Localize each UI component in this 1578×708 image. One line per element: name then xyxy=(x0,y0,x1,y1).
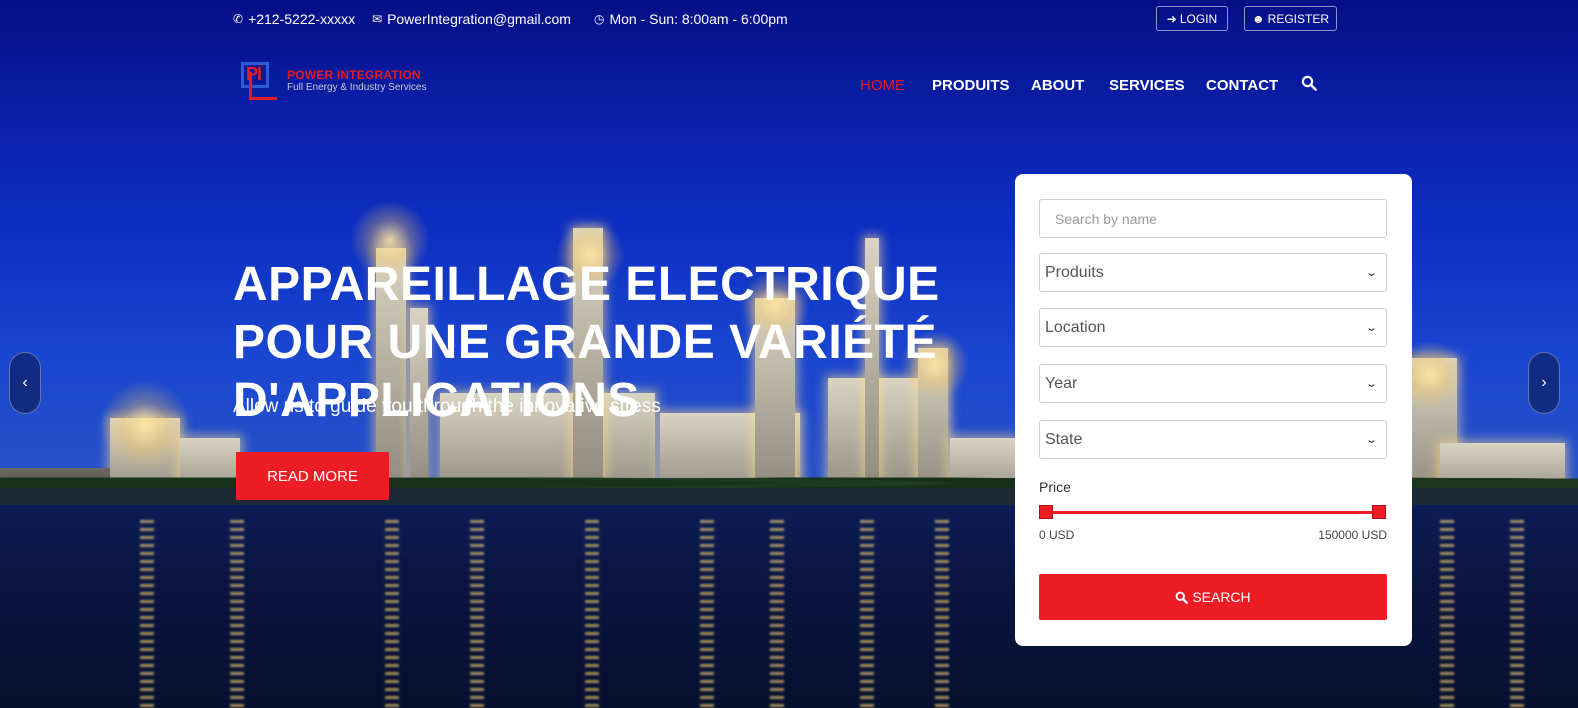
water-reflection xyxy=(770,520,784,708)
state-select[interactable]: State ⌄ xyxy=(1039,420,1387,459)
chevron-down-icon: ⌄ xyxy=(1364,434,1378,446)
year-select-value: Year xyxy=(1045,374,1078,392)
phone-number: +212-5222-xxxxx xyxy=(248,11,356,27)
search-button-label: SEARCH xyxy=(1192,589,1251,605)
price-max-handle[interactable] xyxy=(1372,505,1386,519)
search-button[interactable]: SEARCH xyxy=(1039,574,1387,620)
water-reflection xyxy=(860,520,874,708)
water-reflection xyxy=(470,520,484,708)
company-name: POWER INTEGRATION xyxy=(287,67,421,82)
search-icon[interactable] xyxy=(1301,75,1317,95)
company-tagline: Full Energy & Industry Services xyxy=(287,81,427,93)
logo-text: POWER INTEGRATION Full Energy & Industry… xyxy=(287,68,427,93)
water-reflection xyxy=(935,520,949,708)
envelope-icon: ✉ xyxy=(372,12,383,26)
price-slider-track[interactable] xyxy=(1046,511,1379,514)
top-bar: ✆ +212-5222-xxxxx ✉ PowerIntegration@gma… xyxy=(0,0,1578,38)
water-reflection xyxy=(1510,520,1524,708)
brand-logo[interactable]: PI POWER INTEGRATION Full Energy & Indus… xyxy=(241,60,427,100)
price-min-handle[interactable] xyxy=(1039,505,1053,519)
location-select[interactable]: Location ⌄ xyxy=(1039,308,1387,347)
search-panel: Search by name Produits ⌄ Location ⌄ Yea… xyxy=(1015,174,1412,646)
email-address[interactable]: PowerIntegration@gmail.com xyxy=(387,11,571,27)
carousel-prev-button[interactable]: ‹ xyxy=(9,352,41,414)
location-select-value: Location xyxy=(1045,318,1106,336)
price-label: Price xyxy=(1039,479,1071,495)
register-button[interactable]: ☻ REGISTER xyxy=(1244,6,1337,31)
register-label: REGISTER xyxy=(1267,11,1329,26)
user-icon: ☻ xyxy=(1252,11,1265,26)
water-reflection xyxy=(230,520,244,708)
login-button[interactable]: ➜ LOGIN xyxy=(1156,6,1228,31)
search-name-input[interactable]: Search by name xyxy=(1039,199,1387,238)
email-contact[interactable]: ✉ PowerIntegration@gmail.com xyxy=(372,11,571,27)
nav-home[interactable]: HOME xyxy=(860,77,905,94)
produits-select[interactable]: Produits ⌄ xyxy=(1039,253,1387,292)
chevron-left-icon: ‹ xyxy=(22,374,28,391)
chevron-right-icon: › xyxy=(1541,374,1547,391)
opening-hours: ◷ Mon - Sun: 8:00am - 6:00pm xyxy=(594,11,788,27)
water-reflection xyxy=(1440,520,1454,708)
logo-mark-icon: PI xyxy=(241,60,281,100)
nav-contact[interactable]: CONTACT xyxy=(1206,77,1278,94)
carousel-next-button[interactable]: › xyxy=(1528,352,1560,414)
search-icon xyxy=(1175,591,1189,604)
search-name-placeholder: Search by name xyxy=(1055,210,1157,227)
clock-icon: ◷ xyxy=(594,12,605,26)
nav-services[interactable]: SERVICES xyxy=(1109,77,1185,94)
logo-mark-text: PI xyxy=(246,64,262,84)
login-label: LOGIN xyxy=(1179,11,1218,26)
water-reflection xyxy=(140,520,154,708)
nav-about[interactable]: ABOUT xyxy=(1031,77,1084,94)
produits-select-value: Produits xyxy=(1045,263,1104,281)
water-reflection xyxy=(700,520,714,708)
sign-in-icon: ➜ xyxy=(1166,11,1177,26)
hero-subtitle: Allow us to guide you through the innova… xyxy=(233,396,661,417)
chevron-down-icon: ⌄ xyxy=(1364,322,1378,334)
water-reflection xyxy=(385,520,399,708)
chevron-down-icon: ⌄ xyxy=(1364,267,1378,279)
nav-produits[interactable]: PRODUITS xyxy=(932,77,1010,94)
phone-contact: ✆ +212-5222-xxxxx xyxy=(233,11,355,27)
hours-text: Mon - Sun: 8:00am - 6:00pm xyxy=(609,11,788,27)
price-min-value: 0 USD xyxy=(1039,528,1075,542)
year-select[interactable]: Year ⌄ xyxy=(1039,364,1387,403)
price-max-value: 150000 USD xyxy=(1318,528,1387,542)
water-reflection xyxy=(585,520,599,708)
phone-icon: ✆ xyxy=(233,12,244,26)
chevron-down-icon: ⌄ xyxy=(1364,378,1378,390)
state-select-value: State xyxy=(1045,430,1083,448)
light-glow xyxy=(100,380,190,470)
read-more-button[interactable]: READ MORE xyxy=(236,452,389,500)
